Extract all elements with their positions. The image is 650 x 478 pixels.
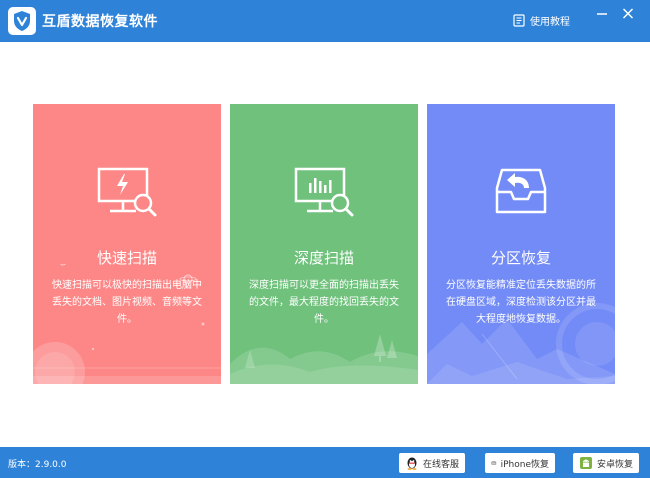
title-bar: 互盾数据恢复软件 使用教程 [0,0,650,42]
help-tutorial-label: 使用教程 [530,16,570,28]
android-recovery-button[interactable]: 安卓恢复 [573,453,639,473]
quick-scan-description: 快速扫描可以极快的扫描出电脑中丢失的文档、图片视频、音频等文件。 [52,280,202,325]
help-tutorial-link[interactable]: 使用教程 [513,12,570,28]
online-service-button[interactable]: 在线客服 [399,453,465,473]
iphone-recovery-button[interactable]: iPhone恢复 [485,453,555,473]
partition-recovery-card[interactable]: 分区恢复 分区恢复能精准定位丢失数据的所在硬盘区域，深度检测该分区并最大程度地恢… [427,104,615,384]
quick-scan-card[interactable]: 快速扫描 快速扫描可以极快的扫描出电脑中丢失的文档、图片视频、音频等文件。 [33,104,221,384]
android-icon [579,457,592,469]
iphone-recovery-label: iPhone恢复 [500,459,549,470]
deep-scan-title: 深度扫描 [293,249,354,267]
qq-penguin-icon [407,457,417,470]
main-panel: 快速扫描 快速扫描可以极快的扫描出电脑中丢失的文档、图片视频、音频等文件。 深度… [2,42,648,447]
close-icon [622,8,634,19]
partition-recovery-title: 分区恢复 [490,249,551,267]
close-button[interactable] [620,6,636,20]
minimize-button[interactable] [594,6,610,20]
monitor-lightning-search-icon [33,166,221,226]
deep-scan-card[interactable]: 深度扫描 深度扫描可以更全面的扫描出丢失的文件，最大程度的找回丢失的文件。 [230,104,418,384]
app-logo-icon [8,7,36,35]
android-recovery-label: 安卓恢复 [596,459,633,470]
deep-scan-description: 深度扫描可以更全面的扫描出丢失的文件，最大程度的找回丢失的文件。 [249,280,399,325]
device-icon [491,460,497,465]
monitor-chart-search-icon [230,166,418,226]
online-service-label: 在线客服 [422,459,459,470]
book-icon [513,13,525,27]
version-label: 版本：2.9.0.0 [8,460,67,470]
minimize-icon [597,13,607,15]
partition-recovery-description: 分区恢复能精准定位丢失数据的所在硬盘区域，深度检测该分区并最大程度地恢复数据。 [446,280,596,325]
tray-restore-icon [427,166,615,226]
status-bar: 版本：2.9.0.0 在线客服 iPhone恢复 安卓恢复 [0,447,650,478]
quick-scan-title: 快速扫描 [96,249,157,267]
app-title: 互盾数据恢复软件 [42,14,158,30]
